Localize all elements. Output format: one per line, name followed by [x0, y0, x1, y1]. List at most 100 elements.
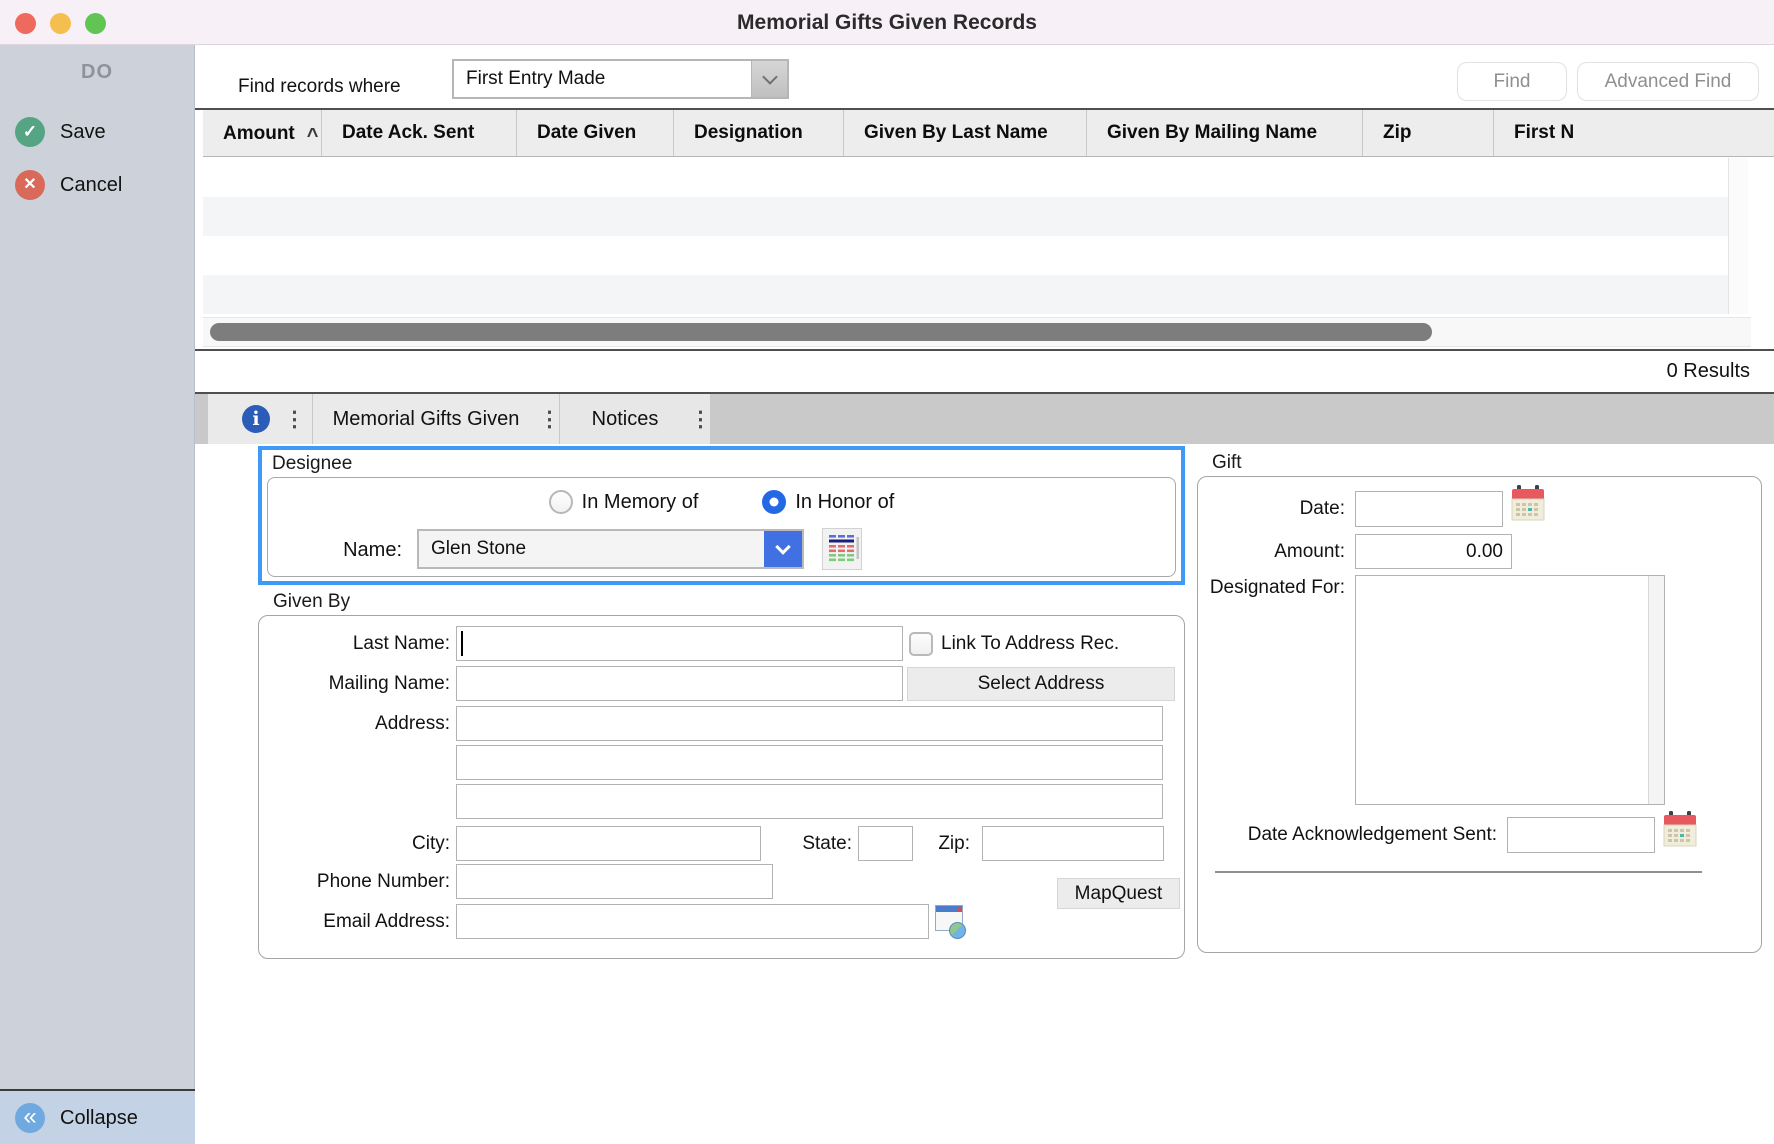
check-icon: [15, 117, 45, 147]
sidebar: DO Save Cancel: [0, 45, 195, 1089]
select-address-button[interactable]: Select Address: [907, 667, 1175, 701]
email-address-input[interactable]: [456, 904, 929, 939]
column-header-amount[interactable]: Amount^: [203, 110, 322, 156]
x-icon: [15, 170, 45, 200]
tab-info[interactable]: [208, 394, 312, 444]
sort-ascending-icon: ^: [307, 113, 319, 156]
results-count: 0 Results: [1667, 351, 1750, 392]
vertical-scrollbar[interactable]: [1728, 158, 1748, 314]
phone-number-label: Phone Number:: [260, 864, 450, 899]
tab-bar: Memorial Gifts Given Notices: [195, 394, 1774, 444]
horizontal-scrollbar-track[interactable]: [203, 317, 1751, 347]
kebab-menu-icon[interactable]: [539, 407, 559, 432]
email-window-icon[interactable]: [935, 903, 965, 939]
designee-name-dropdown[interactable]: Glen Stone: [417, 529, 804, 569]
vertical-scrollbar[interactable]: [1648, 576, 1664, 804]
state-input[interactable]: [858, 826, 913, 861]
table-row[interactable]: [203, 236, 1728, 275]
designee-name-value: Glen Stone: [419, 531, 764, 567]
results-count-row: 0 Results: [195, 351, 1774, 392]
radio-unselected-icon[interactable]: [549, 490, 573, 514]
table-row[interactable]: [203, 275, 1728, 314]
column-header-given-by-mailing-name[interactable]: Given By Mailing Name: [1087, 110, 1363, 156]
column-header-first-name[interactable]: First N: [1494, 110, 1774, 156]
column-header-date-ack-sent[interactable]: Date Ack. Sent: [322, 110, 517, 156]
calendar-icon[interactable]: [1511, 485, 1545, 528]
zip-input[interactable]: [982, 826, 1164, 861]
phone-number-input[interactable]: [456, 864, 773, 899]
last-name-input[interactable]: [456, 626, 903, 661]
results-table-body: [203, 158, 1728, 314]
info-icon[interactable]: [242, 405, 270, 433]
in-honor-of-option[interactable]: In Honor of: [762, 490, 894, 514]
divider: [1215, 871, 1702, 873]
tab-label: Memorial Gifts Given: [313, 408, 539, 431]
in-memory-of-label[interactable]: In Memory of: [582, 491, 699, 514]
city-input[interactable]: [456, 826, 761, 861]
column-header-date-given[interactable]: Date Given: [517, 110, 674, 156]
in-memory-of-option[interactable]: In Memory of: [549, 490, 699, 514]
city-label: City:: [295, 826, 450, 861]
link-to-address-checkbox[interactable]: [909, 632, 933, 656]
kebab-menu-icon[interactable]: [284, 407, 304, 432]
cancel-button[interactable]: Cancel: [0, 170, 194, 202]
table-row[interactable]: [203, 197, 1728, 236]
link-to-address-label[interactable]: Link To Address Rec.: [941, 626, 1181, 661]
find-button[interactable]: Find: [1457, 62, 1567, 101]
address-line3-input[interactable]: [456, 784, 1163, 819]
text-cursor: [461, 631, 463, 656]
last-name-label: Last Name:: [295, 626, 450, 661]
gift-section-label: Gift: [1208, 452, 1246, 474]
save-button[interactable]: Save: [0, 117, 194, 149]
advanced-find-button[interactable]: Advanced Find: [1577, 62, 1759, 101]
collapse-label: Collapse: [60, 1103, 138, 1133]
tab-memorial-gifts-given[interactable]: Memorial Gifts Given: [313, 394, 559, 444]
main-area: Find records where First Entry Made Find…: [195, 45, 1774, 1144]
table-list-icon: [823, 529, 861, 569]
designated-for-textarea[interactable]: [1355, 575, 1665, 805]
address-line1-input[interactable]: [456, 706, 1163, 741]
find-records-where-label: Find records where: [238, 67, 401, 107]
date-acknowledgement-sent-input[interactable]: [1507, 817, 1655, 853]
mailing-name-label: Mailing Name:: [260, 666, 450, 701]
kebab-menu-icon[interactable]: [690, 407, 710, 432]
cancel-label: Cancel: [60, 170, 122, 200]
gift-amount-input[interactable]: [1355, 534, 1512, 569]
radio-selected-icon[interactable]: [762, 490, 786, 514]
state-label: State:: [772, 826, 852, 861]
gift-date-input[interactable]: [1355, 491, 1503, 527]
column-header-given-by-last-name[interactable]: Given By Last Name: [844, 110, 1087, 156]
chevron-down-icon[interactable]: [751, 61, 787, 97]
sidebar-section-header: DO: [0, 61, 194, 84]
date-acknowledgement-sent-label: Date Acknowledgement Sent:: [1205, 817, 1497, 852]
mailing-name-input[interactable]: [456, 666, 903, 701]
find-field-dropdown[interactable]: First Entry Made: [452, 59, 789, 99]
designated-for-label: Designated For:: [1205, 576, 1345, 628]
gift-amount-label: Amount:: [1205, 534, 1345, 569]
column-header-designation[interactable]: Designation: [674, 110, 844, 156]
address-line2-input[interactable]: [456, 745, 1163, 780]
given-by-section-label: Given By: [269, 591, 354, 613]
find-field-dropdown-value: First Entry Made: [454, 61, 751, 97]
address-label: Address:: [295, 706, 450, 741]
tab-label: Notices: [560, 408, 690, 431]
in-honor-of-label[interactable]: In Honor of: [795, 491, 894, 514]
results-table-header: Amount^ Date Ack. Sent Date Given Design…: [203, 110, 1774, 157]
email-address-label: Email Address:: [260, 904, 450, 939]
column-header-zip[interactable]: Zip: [1363, 110, 1494, 156]
designee-section-selected[interactable]: Designee In Memory of In Honor of Name: …: [258, 446, 1185, 585]
app-window: Memorial Gifts Given Records DO Save Can…: [0, 0, 1774, 1144]
name-label: Name:: [302, 530, 402, 570]
select-from-list-button[interactable]: [822, 528, 862, 570]
horizontal-scrollbar-thumb[interactable]: [210, 323, 1432, 341]
chevron-down-icon[interactable]: [764, 531, 802, 567]
titlebar: Memorial Gifts Given Records: [0, 0, 1774, 45]
zip-label: Zip:: [910, 826, 970, 861]
tab-notices[interactable]: Notices: [560, 394, 710, 444]
mapquest-button[interactable]: MapQuest: [1057, 878, 1180, 909]
calendar-icon[interactable]: [1663, 811, 1697, 854]
table-row[interactable]: [203, 158, 1728, 197]
window-title: Memorial Gifts Given Records: [0, 0, 1774, 45]
gift-date-label: Date:: [1205, 491, 1345, 526]
collapse-button[interactable]: Collapse: [0, 1089, 195, 1144]
